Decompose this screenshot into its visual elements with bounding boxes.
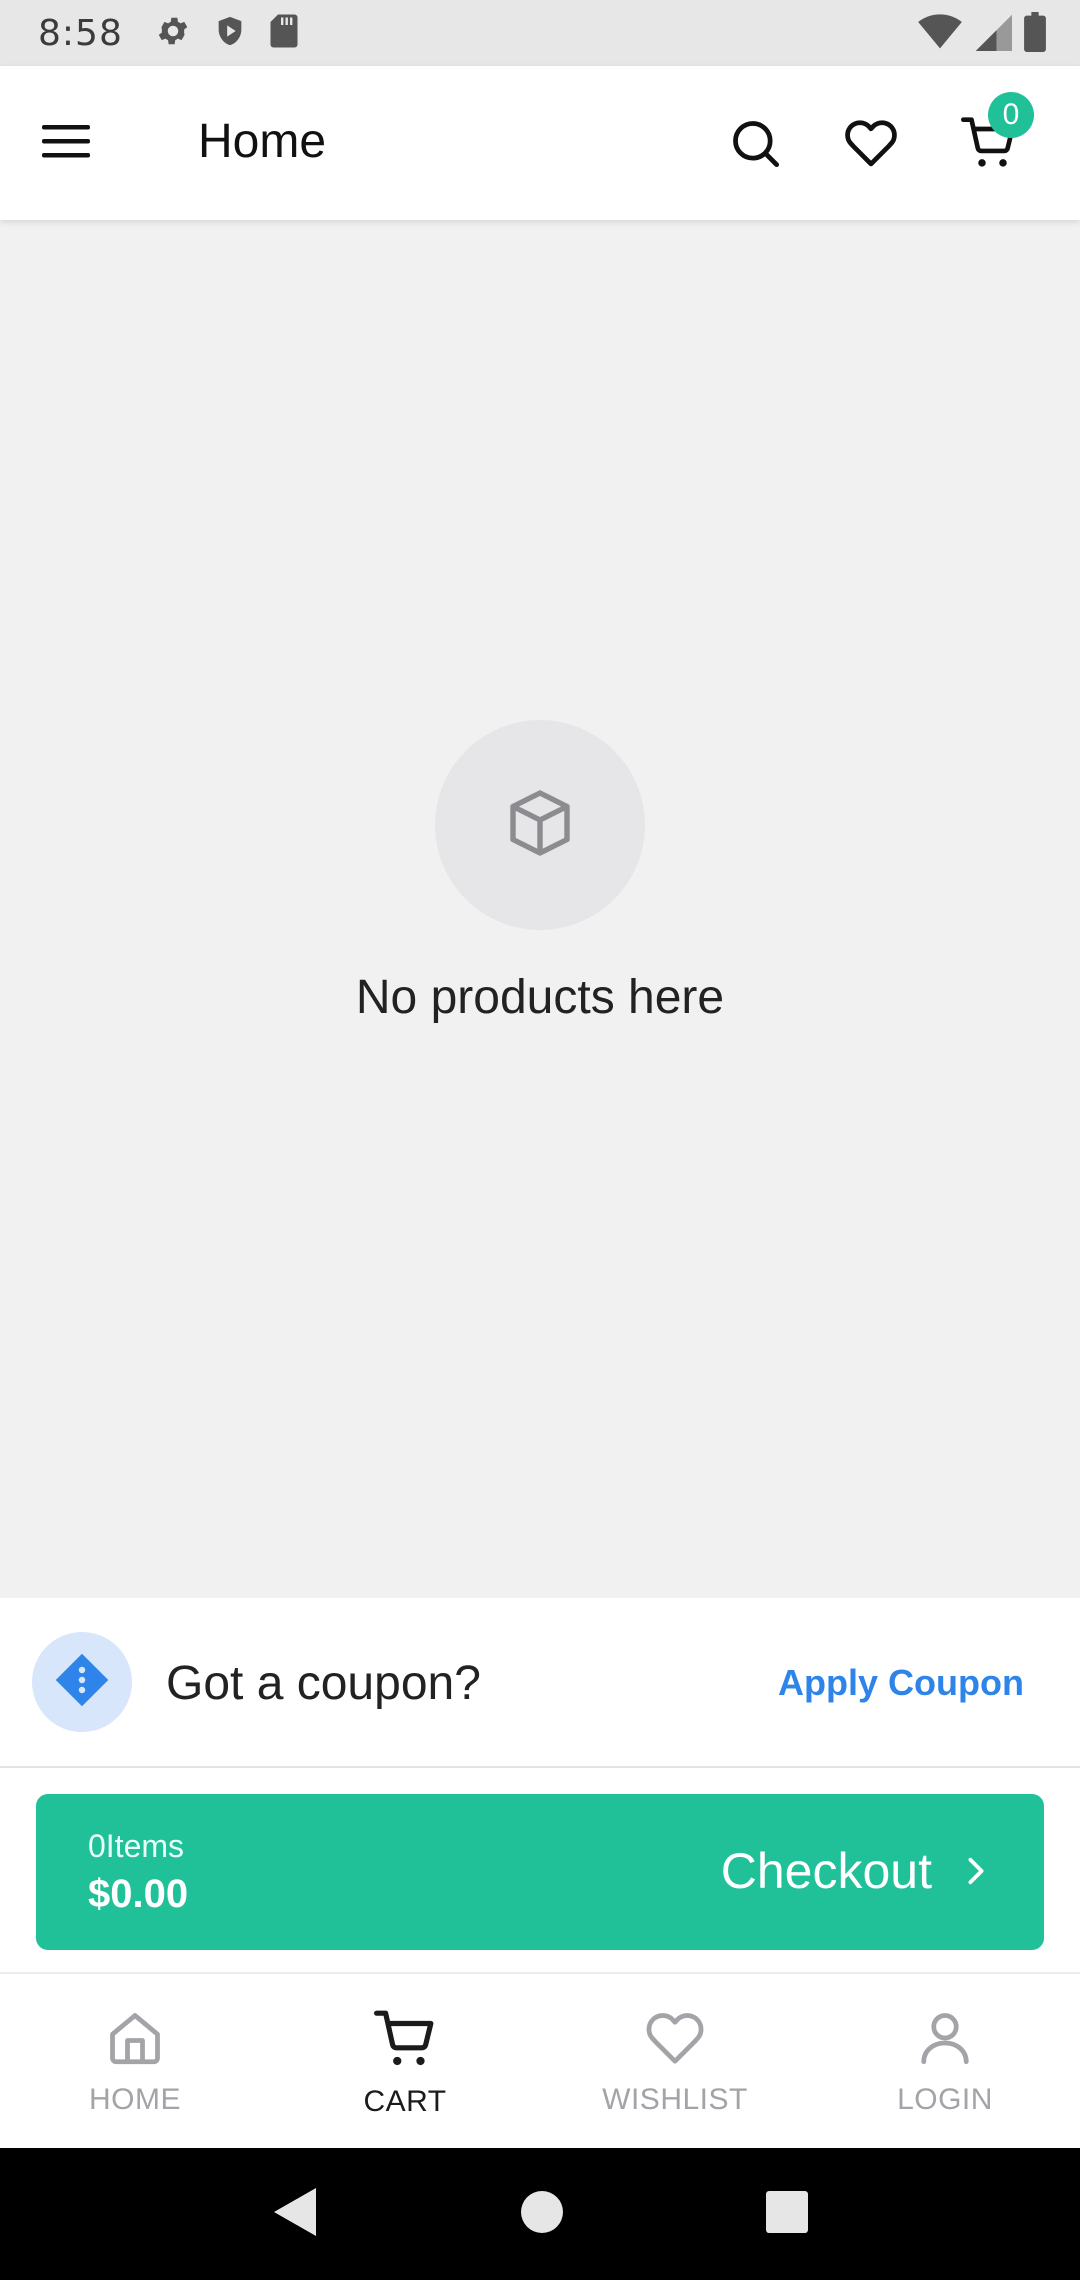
- nav-item-login[interactable]: LOGIN: [810, 1974, 1080, 2148]
- search-icon: [729, 117, 781, 174]
- recents-icon[interactable]: [766, 2190, 809, 2238]
- nav-item-cart[interactable]: CART: [270, 1974, 540, 2148]
- nav-item-home[interactable]: HOME: [0, 1974, 270, 2148]
- chevron-right-icon: [966, 1856, 986, 1891]
- empty-state: No products here: [0, 720, 1080, 1025]
- menu-button[interactable]: [36, 116, 96, 170]
- home-icon: [105, 2008, 165, 2073]
- wishlist-button[interactable]: [836, 110, 906, 180]
- checkout-button[interactable]: 0Items $0.00 Checkout: [36, 1794, 1044, 1950]
- bottom-nav: HOME CART WISHLIST LOGIN: [0, 1974, 1080, 2148]
- nav-label-login: LOGIN: [897, 2083, 993, 2116]
- cart-count-badge: 0: [988, 92, 1034, 138]
- cart-icon: [374, 2008, 436, 2075]
- nav-label-wishlist: WISHLIST: [602, 2083, 748, 2116]
- box-icon: [504, 787, 576, 864]
- back-icon[interactable]: [272, 2186, 318, 2243]
- status-time: 8:58: [38, 12, 123, 54]
- items-count: 0Items: [88, 1828, 185, 1864]
- battery-icon: [1024, 12, 1046, 57]
- empty-state-circle: [435, 720, 645, 930]
- checkout-area: 0Items $0.00 Checkout: [0, 1768, 1080, 1974]
- home-circle-icon[interactable]: [520, 2190, 563, 2238]
- apply-coupon-link[interactable]: Apply Coupon: [778, 1662, 1024, 1704]
- heart-icon: [645, 2008, 705, 2073]
- nav-label-cart: CART: [363, 2085, 447, 2118]
- coupon-tag-icon: [52, 1650, 112, 1715]
- gear-icon: [155, 13, 191, 54]
- empty-state-message: No products here: [355, 971, 725, 1024]
- wifi-icon: [918, 12, 962, 57]
- signal-icon: [974, 12, 1012, 57]
- system-nav-bar: [0, 2148, 1080, 2280]
- sd-card-icon: [269, 13, 299, 54]
- app-bar: Home 0: [0, 66, 1080, 220]
- status-icons-right: [918, 12, 1046, 57]
- coupon-bar: Got a coupon? Apply Coupon: [0, 1598, 1080, 1768]
- total-price: $0.00: [88, 1872, 189, 1916]
- coupon-prompt: Got a coupon?: [166, 1657, 481, 1710]
- shield-play-icon: [213, 13, 247, 54]
- status-icons-left: [155, 13, 299, 54]
- user-icon: [915, 2008, 975, 2073]
- nav-label-home: HOME: [89, 2083, 181, 2116]
- checkout-label: Checkout: [720, 1843, 932, 1899]
- search-button[interactable]: [720, 110, 790, 180]
- cart-button[interactable]: 0: [954, 92, 1034, 180]
- status-bar: 8:58: [0, 0, 1080, 66]
- coupon-icon-badge: [32, 1632, 132, 1732]
- menu-icon: [42, 121, 90, 166]
- heart-icon: [844, 116, 898, 175]
- page-title: Home: [198, 115, 327, 168]
- nav-item-wishlist[interactable]: WISHLIST: [540, 1974, 810, 2148]
